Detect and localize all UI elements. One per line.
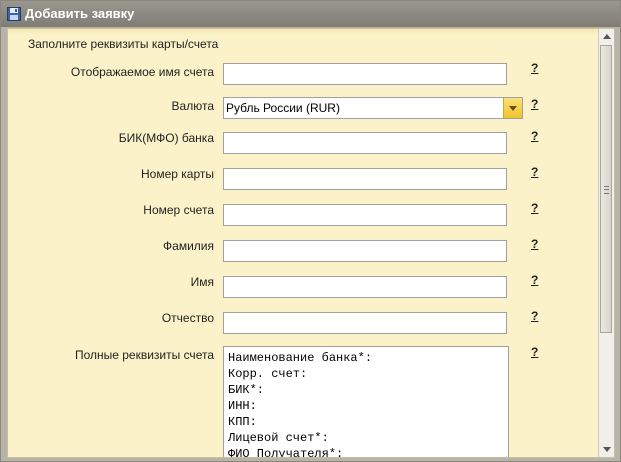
window-titlebar[interactable]: Добавить заявку bbox=[1, 1, 620, 27]
account-number-label: Номер счета bbox=[143, 203, 214, 217]
floppy-disk-icon bbox=[7, 7, 21, 21]
card-number-help-link[interactable]: ? bbox=[531, 165, 538, 179]
grip-lines-icon bbox=[604, 186, 609, 194]
full-details-textarea[interactable]: Наименование банка*: Корр. счет: БИК*: И… bbox=[223, 346, 509, 457]
vertical-scrollbar[interactable] bbox=[598, 29, 614, 457]
full-details-help-link[interactable]: ? bbox=[531, 345, 538, 359]
scroll-down-arrow-icon[interactable] bbox=[599, 442, 614, 457]
bik-label: БИК(МФО) банка bbox=[118, 131, 214, 145]
account-number-input[interactable] bbox=[223, 204, 507, 226]
account-number-help-link[interactable]: ? bbox=[531, 201, 538, 215]
form-heading: Заполните реквизиты карты/счета bbox=[28, 37, 219, 51]
full-details-label: Полные реквизиты счета bbox=[74, 348, 214, 362]
bik-input[interactable] bbox=[223, 132, 507, 154]
display-name-help-link[interactable]: ? bbox=[531, 61, 538, 75]
form-panel: Заполните реквизиты карты/счета Отобража… bbox=[7, 28, 615, 458]
chevron-down-icon[interactable] bbox=[503, 98, 522, 118]
first-name-help-link[interactable]: ? bbox=[531, 273, 538, 287]
card-number-label: Номер карты bbox=[141, 167, 214, 181]
patronymic-label: Отчество bbox=[161, 311, 214, 325]
last-name-label: Фамилия bbox=[163, 239, 214, 253]
window-title: Добавить заявку bbox=[25, 6, 135, 21]
currency-select[interactable]: Рубль России (RUR) bbox=[223, 97, 523, 119]
bik-help-link[interactable]: ? bbox=[531, 129, 538, 143]
patronymic-input[interactable] bbox=[223, 312, 507, 334]
patronymic-help-link[interactable]: ? bbox=[531, 309, 538, 323]
card-number-input[interactable] bbox=[223, 168, 507, 190]
first-name-label: Имя bbox=[190, 275, 214, 289]
last-name-input[interactable] bbox=[223, 240, 507, 262]
currency-selected-value: Рубль России (RUR) bbox=[226, 101, 340, 115]
first-name-input[interactable] bbox=[223, 276, 507, 298]
currency-help-link[interactable]: ? bbox=[531, 97, 538, 111]
display-name-input[interactable] bbox=[223, 63, 507, 85]
scrollbar-thumb[interactable] bbox=[600, 45, 612, 333]
currency-label: Валюта bbox=[171, 99, 214, 113]
display-name-label: Отображаемое имя счета bbox=[70, 65, 214, 79]
scroll-up-arrow-icon[interactable] bbox=[599, 29, 614, 44]
add-request-window: Добавить заявку Заполните реквизиты карт… bbox=[0, 0, 621, 462]
last-name-help-link[interactable]: ? bbox=[531, 237, 538, 251]
